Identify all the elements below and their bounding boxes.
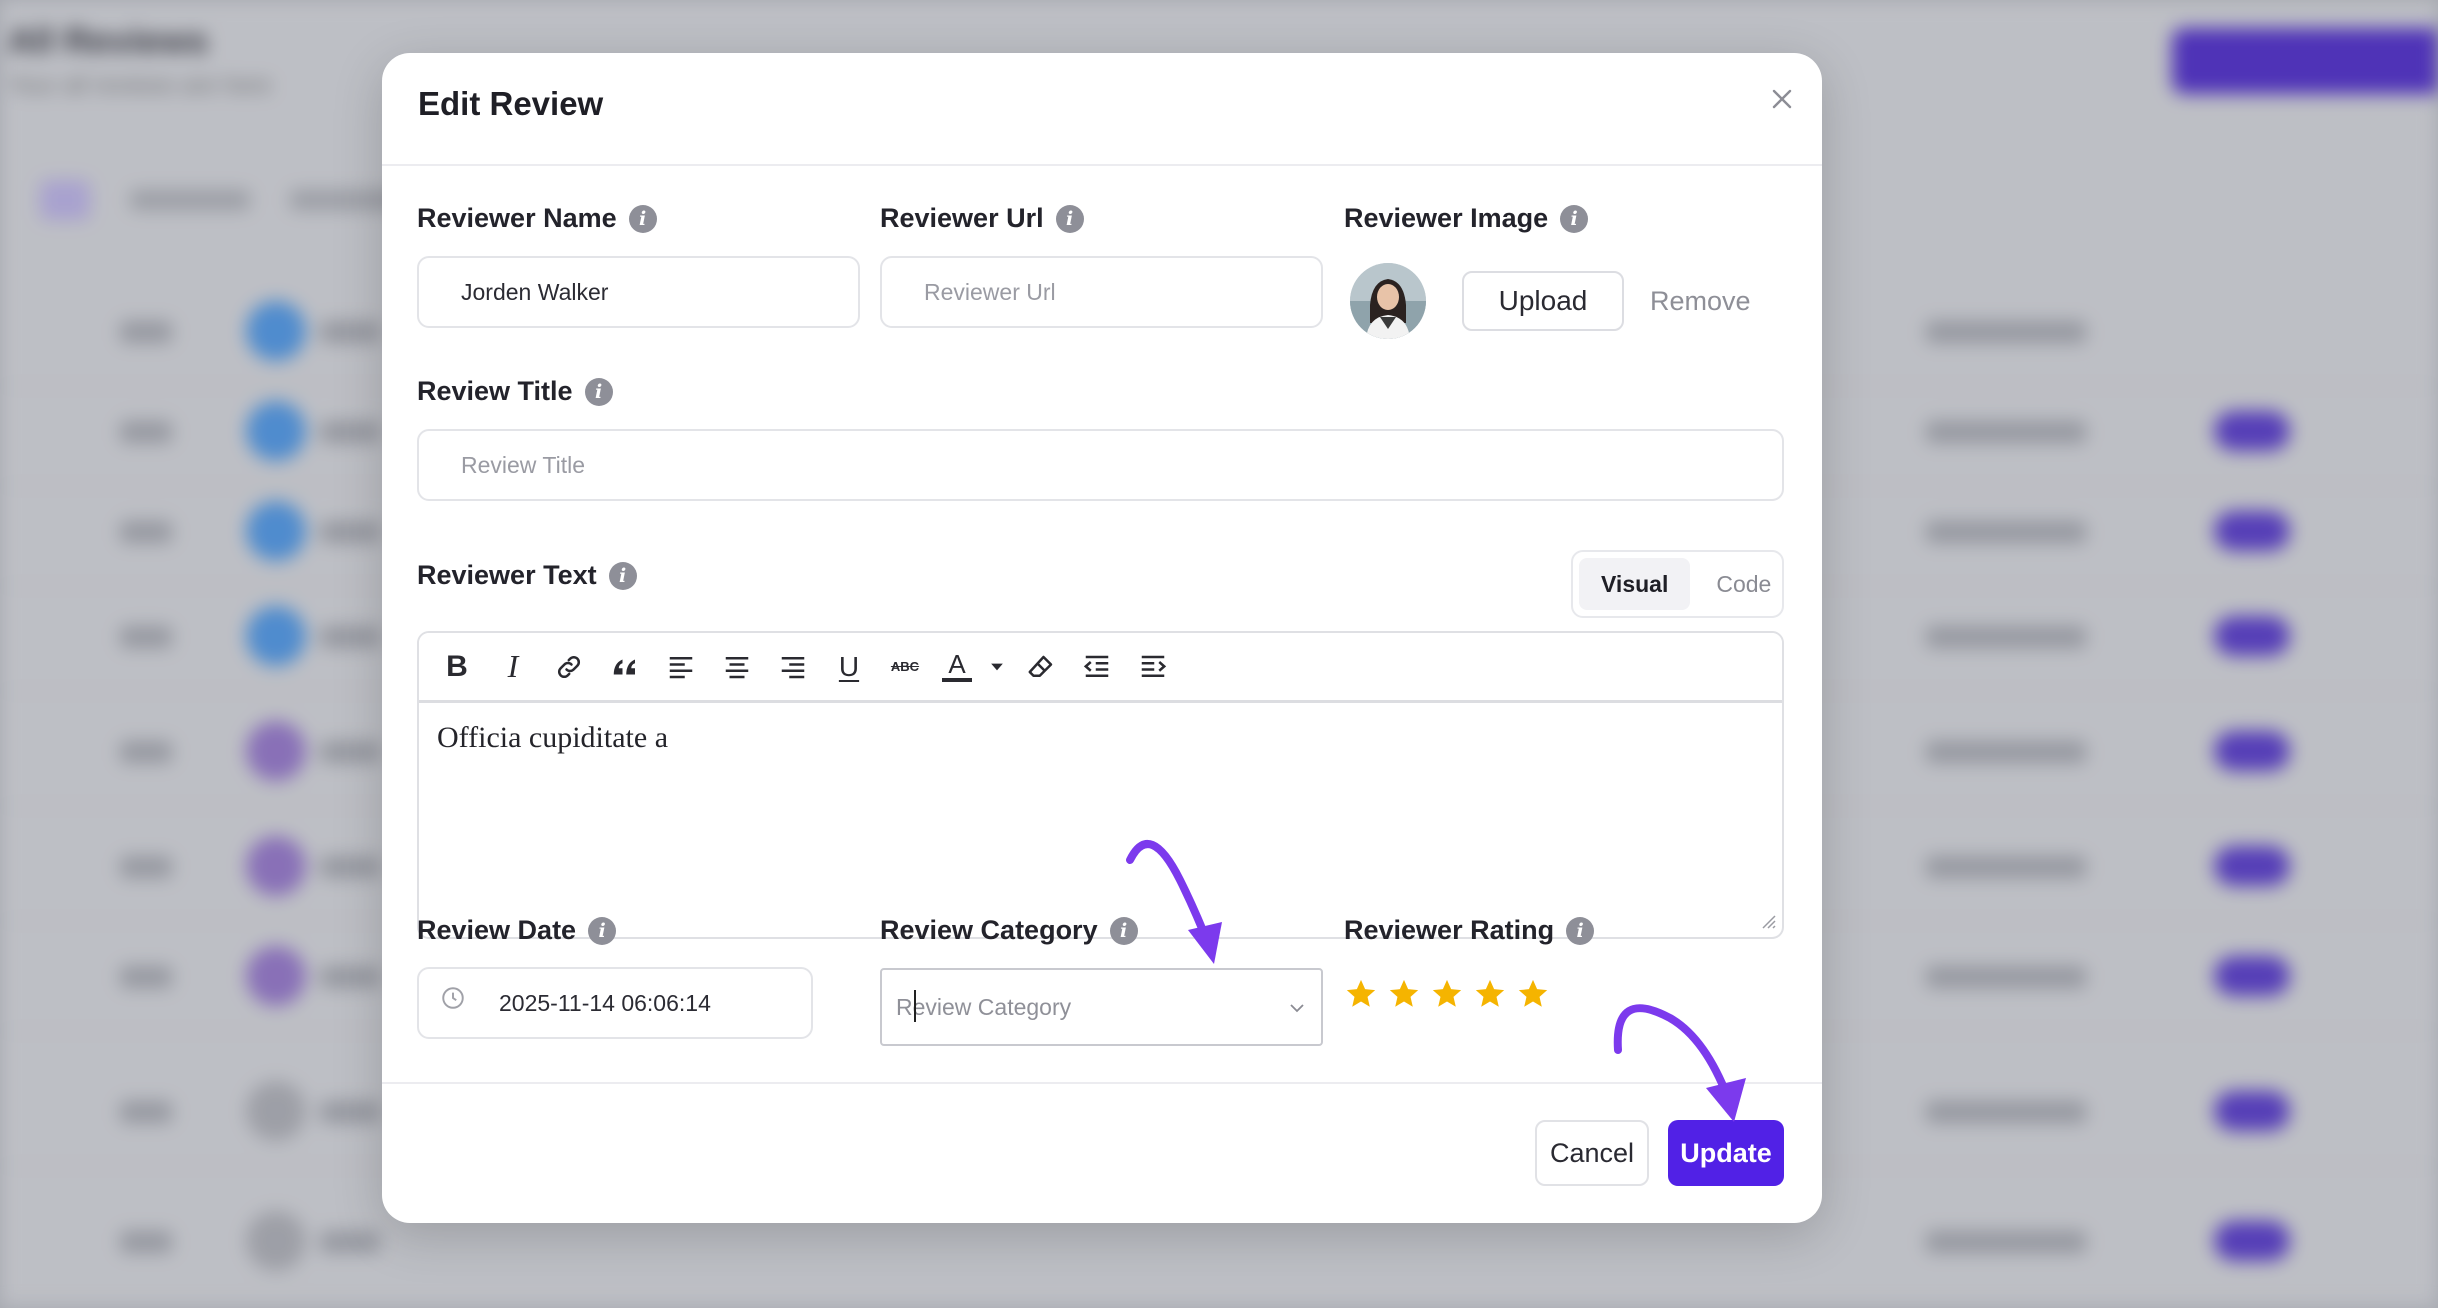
align-left-button[interactable] <box>657 643 705 691</box>
reviewer-rating-label-text: Reviewer Rating <box>1344 915 1555 945</box>
rich-text-editor: B I U ABC A Officia cupiditate a <box>417 631 1784 939</box>
editor-toolbar: B I U ABC A <box>419 633 1782 703</box>
indent-button[interactable] <box>1129 643 1177 691</box>
close-button[interactable] <box>1762 79 1802 119</box>
star-icon[interactable] <box>1387 977 1421 1011</box>
reviewer-url-label-text: Reviewer Url <box>880 203 1044 233</box>
remove-button[interactable]: Remove <box>1650 271 1751 331</box>
info-icon[interactable]: i <box>628 204 657 233</box>
footer-divider <box>382 1082 1822 1084</box>
text-color-dropdown[interactable] <box>985 643 1009 691</box>
review-date-label: Review Date i <box>417 915 617 946</box>
review-category-placeholder: Review Category <box>896 994 1072 1020</box>
align-center-button[interactable] <box>713 643 761 691</box>
text-color-button[interactable]: A <box>937 643 977 691</box>
tab-visual[interactable]: Visual <box>1579 558 1691 610</box>
edit-review-modal: Edit Review Reviewer Name i Reviewer Url… <box>382 53 1822 1223</box>
reviewer-name-label: Reviewer Name i <box>417 203 657 234</box>
review-title-label-text: Review Title <box>417 376 573 406</box>
reviewer-rating-label: Reviewer Rating i <box>1344 915 1595 946</box>
strikethrough-button[interactable]: ABC <box>881 643 929 691</box>
review-title-input[interactable] <box>417 429 1784 501</box>
modal-header: Edit Review <box>382 53 1822 166</box>
reviewer-text-label-text: Reviewer Text <box>417 560 597 590</box>
reviewer-name-label-text: Reviewer Name <box>417 203 617 233</box>
indent-icon <box>1141 655 1167 677</box>
info-icon[interactable]: i <box>1560 204 1589 233</box>
star-icon[interactable] <box>1430 977 1464 1011</box>
upload-button[interactable]: Upload <box>1462 271 1624 331</box>
update-button[interactable]: Update <box>1668 1120 1784 1186</box>
reviewer-image-label-text: Reviewer Image <box>1344 203 1549 233</box>
align-right-button[interactable] <box>769 643 817 691</box>
review-date-label-text: Review Date <box>417 915 577 945</box>
align-left-icon <box>669 656 693 678</box>
review-date-input[interactable] <box>417 967 813 1039</box>
outdent-button[interactable] <box>1073 643 1121 691</box>
reviewer-text-label: Reviewer Text i <box>417 560 637 591</box>
reviewer-avatar <box>1350 263 1426 339</box>
text-color-bar <box>942 677 972 682</box>
underline-button[interactable]: U <box>825 643 873 691</box>
editor-mode-switch: Visual Code <box>1571 550 1784 618</box>
align-center-icon <box>725 656 749 678</box>
star-icon[interactable] <box>1344 977 1378 1011</box>
bold-button[interactable]: B <box>433 643 481 691</box>
reviewer-image-label: Reviewer Image i <box>1344 203 1589 234</box>
tab-code[interactable]: Code <box>1694 558 1793 610</box>
blockquote-button[interactable] <box>601 643 649 691</box>
reviewer-url-input[interactable] <box>880 256 1323 328</box>
avatar-photo <box>1350 263 1426 339</box>
align-right-icon <box>781 656 805 678</box>
star-icon[interactable] <box>1473 977 1507 1011</box>
resize-handle-icon[interactable] <box>1758 911 1776 929</box>
editor-text: Officia cupiditate a <box>437 721 669 754</box>
cancel-button[interactable]: Cancel <box>1535 1120 1649 1186</box>
eraser-icon <box>1028 655 1053 677</box>
modal-title: Edit Review <box>418 85 604 122</box>
review-category-select[interactable]: Review Category <box>880 968 1323 1046</box>
chevron-down-icon <box>1290 1004 1304 1013</box>
link-button[interactable] <box>545 643 593 691</box>
reviewer-name-input[interactable] <box>417 256 860 328</box>
outdent-icon <box>1083 655 1109 677</box>
caret-down-icon <box>991 663 1003 670</box>
info-icon[interactable]: i <box>608 561 637 590</box>
clock-icon <box>442 987 464 1009</box>
quote-icon <box>613 659 635 674</box>
review-category-label: Review Category i <box>880 915 1138 946</box>
info-icon[interactable]: i <box>1109 916 1138 945</box>
editor-content[interactable]: Officia cupiditate a <box>419 703 1782 935</box>
text-color-glyph: A <box>948 648 966 679</box>
rating-stars <box>1344 977 1550 1011</box>
reviewer-url-label: Reviewer Url i <box>880 203 1084 234</box>
review-title-label: Review Title i <box>417 376 613 407</box>
italic-button[interactable]: I <box>489 643 537 691</box>
info-icon[interactable]: i <box>1055 204 1084 233</box>
star-icon[interactable] <box>1516 977 1550 1011</box>
info-icon[interactable]: i <box>1566 916 1595 945</box>
review-category-label-text: Review Category <box>880 915 1098 945</box>
text-cursor <box>914 990 916 1022</box>
info-icon[interactable]: i <box>584 377 613 406</box>
close-icon <box>1772 89 1792 109</box>
info-icon[interactable]: i <box>588 916 617 945</box>
link-icon <box>557 655 581 678</box>
clear-formatting-button[interactable] <box>1017 643 1065 691</box>
